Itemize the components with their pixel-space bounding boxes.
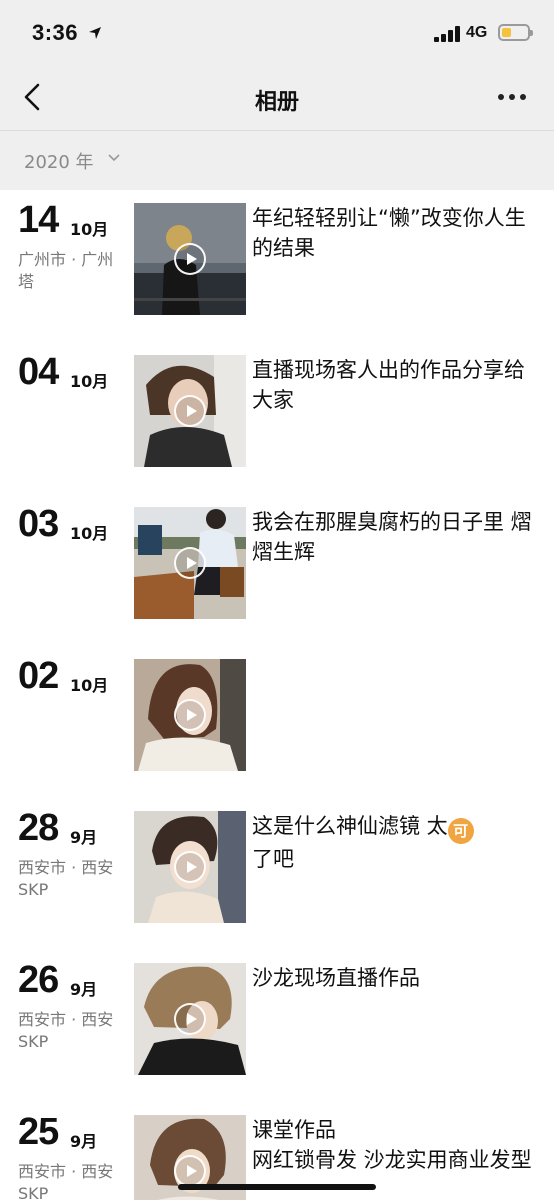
post-location: 西安市 · 西安SKP xyxy=(18,858,114,899)
post-month: 9月 xyxy=(70,828,98,847)
post-day: 03 xyxy=(18,503,59,545)
play-icon xyxy=(174,699,206,731)
year-selector[interactable]: 2020 年 xyxy=(24,148,94,174)
video-thumbnail[interactable] xyxy=(134,203,246,315)
post-month: 10月 xyxy=(70,524,109,543)
emoji-icon: 可 xyxy=(447,818,474,844)
post-day: 25 xyxy=(18,1115,59,1153)
post-day: 02 xyxy=(18,655,59,697)
post-month: 9月 xyxy=(70,980,98,999)
caption-text: 这是什么神仙滤镜 太 xyxy=(252,814,448,838)
post-location: 广州市 · 广州塔 xyxy=(18,250,114,291)
play-icon xyxy=(174,851,206,883)
play-icon xyxy=(174,243,206,275)
post-month: 10月 xyxy=(70,676,109,695)
play-icon xyxy=(174,1003,206,1035)
video-thumbnail[interactable] xyxy=(134,811,246,923)
play-icon xyxy=(174,395,206,427)
post-day: 14 xyxy=(18,199,59,241)
post-month: 10月 xyxy=(70,372,109,391)
post-month: 10月 xyxy=(70,220,109,239)
post-caption: 沙龙现场直播作品 xyxy=(252,966,420,990)
play-icon xyxy=(174,1155,206,1187)
navigation-bar: 相册 xyxy=(0,66,554,131)
page-title: 相册 xyxy=(254,90,299,115)
post-day: 04 xyxy=(18,351,59,393)
album-post[interactable]: 26 9月 西安市 · 西安SKP 沙龙现场直播作品 xyxy=(0,959,554,1093)
album-post[interactable]: 04 10月 直播现场客人出的作品分享给大家 xyxy=(0,351,554,485)
battery-icon xyxy=(498,24,533,41)
post-day: 28 xyxy=(18,807,59,849)
album-post[interactable]: 02 10月 xyxy=(0,655,554,789)
network-type: 4G xyxy=(466,24,488,41)
top-header-area: 3:36 4G 相册 2020 年 xyxy=(0,0,554,190)
album-post[interactable]: 03 10月 我会在那腥臭腐朽的日子里 熠熠生辉 xyxy=(0,503,554,637)
status-time: 3:36 xyxy=(32,20,79,45)
post-location: 西安市 · 西安SKP xyxy=(18,1162,114,1200)
post-caption: 课堂作品 网红锁骨发 沙龙实用商业发型 xyxy=(252,1118,532,1172)
post-day: 26 xyxy=(18,959,59,1001)
chevron-down-icon[interactable] xyxy=(108,153,120,163)
video-thumbnail[interactable] xyxy=(134,659,246,771)
video-thumbnail[interactable] xyxy=(134,963,246,1075)
post-caption: 年纪轻轻别让“懒”改变你人生的结果 xyxy=(252,206,526,260)
play-icon xyxy=(174,547,206,579)
post-caption: 我会在那腥臭腐朽的日子里 熠熠生辉 xyxy=(252,510,532,564)
post-caption: 这是什么神仙滤镜 太可了吧 xyxy=(252,811,532,874)
album-post[interactable]: 14 10月 广州市 · 广州塔 年纪轻轻别让“懒”改变你人生的结果 xyxy=(0,199,554,333)
more-options-icon[interactable] xyxy=(498,94,528,102)
cell-signal-icon xyxy=(434,26,460,42)
video-thumbnail[interactable] xyxy=(134,355,246,467)
home-indicator[interactable] xyxy=(178,1184,376,1190)
post-location: 西安市 · 西安SKP xyxy=(18,1010,114,1051)
location-arrow-icon xyxy=(89,27,101,39)
post-month: 9月 xyxy=(70,1132,98,1151)
post-caption: 直播现场客人出的作品分享给大家 xyxy=(252,358,525,412)
video-thumbnail[interactable] xyxy=(134,507,246,619)
caption-text-tail: 了吧 xyxy=(252,847,294,871)
album-post[interactable]: 28 9月 西安市 · 西安SKP 这是什么神仙滤镜 太可了吧 xyxy=(0,807,554,941)
status-bar: 3:36 4G xyxy=(0,0,554,66)
